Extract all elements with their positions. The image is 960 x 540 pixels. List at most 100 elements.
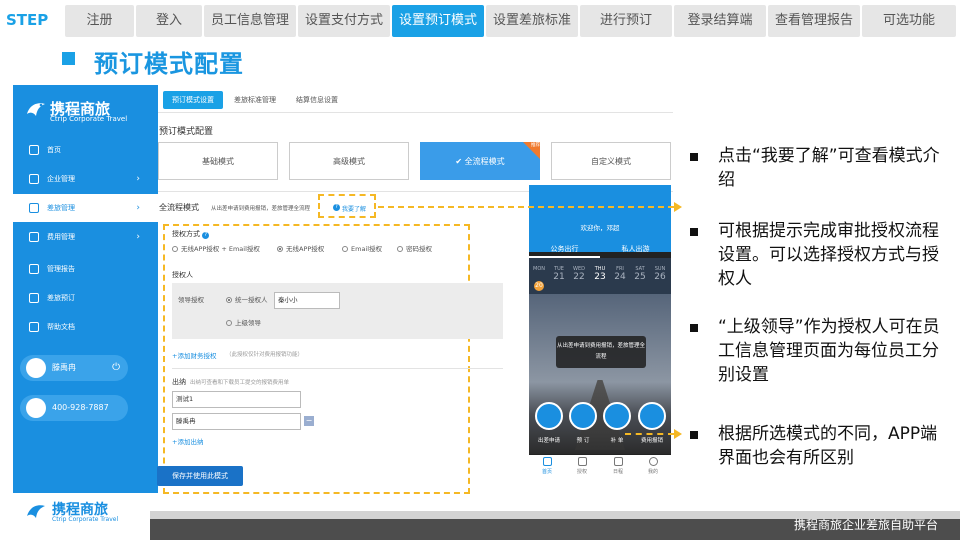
booking-icon[interactable] (569, 402, 597, 430)
trip-request-icon[interactable] (535, 402, 563, 430)
document-icon (29, 322, 39, 332)
calendar-day[interactable]: MON 20 (529, 266, 549, 291)
step-travel-policy[interactable]: 设置差旅标准 (486, 5, 578, 37)
step-reports[interactable]: 查看管理报告 (768, 5, 860, 37)
arrow-head-icon (674, 202, 682, 212)
phone-footer-nav: 首页 授权 日程 我的 (529, 455, 671, 480)
fullflow-label: 全流程模式 (159, 203, 199, 212)
supplement-icon[interactable] (603, 402, 631, 430)
nav-auth[interactable]: 授权 (568, 457, 596, 475)
bullet-text: 可根据提示完成审批授权流程设置。可以选择授权方式与授权人 (718, 221, 939, 289)
auth-option-app[interactable]: 无线APP授权 (277, 243, 324, 253)
auth-icon (577, 457, 587, 466)
step-booking-mode[interactable]: 设置预订模式 (392, 5, 484, 37)
config-title: 预订模式配置 (159, 127, 214, 137)
nav-schedule[interactable]: 日程 (604, 457, 632, 475)
menu-item-expense[interactable]: 费用管理 › (13, 223, 158, 251)
bullet-icon (690, 153, 698, 161)
app-logo-sub: Ctrip Corporate Travel (50, 115, 128, 123)
step-booking[interactable]: 进行预订 (580, 5, 672, 37)
add-finance-link[interactable]: +添加财务授权 (172, 350, 216, 360)
phone-greeting: 欢迎你，邓超 (580, 224, 620, 232)
menu-item-company[interactable]: 企业管理 › (13, 165, 158, 193)
approver-label: 授权人 (172, 271, 193, 279)
mode-custom-button[interactable]: 自定义模式 (551, 142, 671, 180)
unified-approver-option[interactable]: 统一授权人 (226, 294, 268, 304)
nav-me[interactable]: 我的 (639, 457, 667, 475)
save-mode-button[interactable]: 保存并使用此模式 (157, 466, 243, 486)
menu-item-booking[interactable]: 差旅预订 (13, 284, 158, 312)
action-label: 预 订 (576, 438, 590, 444)
cashier-label: 出纳 (172, 378, 186, 386)
coin-icon (29, 232, 39, 242)
people-icon (29, 174, 39, 184)
nav-home[interactable]: 首页 (533, 457, 561, 475)
menu-item-help[interactable]: 帮助文档 (13, 313, 158, 341)
cashier-input-1[interactable]: 测试1 (172, 391, 301, 408)
action-label: 费用报销 (640, 438, 663, 444)
arrow-line (378, 206, 674, 208)
tab-settlement[interactable]: 结算信息设置 (287, 91, 347, 109)
step-register[interactable]: 注册 (65, 5, 134, 37)
phone-tabs: 公务出行 私人出游 (529, 240, 671, 258)
ticket-icon (29, 293, 39, 303)
home-icon (542, 457, 552, 466)
calendar-day[interactable]: SAT 25 (630, 266, 650, 282)
phone-tab-leisure[interactable]: 私人出游 (600, 240, 671, 258)
menu-item-travel[interactable]: 差旅管理 › (13, 194, 158, 222)
step-settlement-login[interactable]: 登录结算端 (674, 5, 766, 37)
calendar-day[interactable]: WED 22 (569, 266, 589, 282)
auth-option-password[interactable]: 密码授权 (397, 243, 432, 253)
ctrip-logo-icon (24, 98, 48, 122)
menu-item-reports[interactable]: 管理报告 (13, 255, 158, 283)
footer-logo-icon (24, 500, 48, 524)
phone-pill: 400-928-7887 (20, 395, 128, 421)
step-employee-info[interactable]: 员工信息管理 (204, 5, 296, 37)
calendar-day[interactable]: FRI 24 (610, 266, 630, 282)
add-cashier-link[interactable]: +添加出纳 (172, 436, 203, 446)
page-title: 预订模式配置 (94, 50, 244, 78)
mode-fullflow-button[interactable]: ✔ 全流程模式 (420, 142, 540, 180)
step-login[interactable]: 登入 (136, 5, 202, 37)
help-icon: ? (202, 232, 210, 239)
cashier-input-2[interactable]: 滕禹冉 (172, 413, 301, 430)
power-icon[interactable]: ⏻ (112, 355, 120, 381)
calendar-day[interactable]: SUN 26 (650, 266, 670, 282)
remove-icon[interactable]: − (304, 416, 314, 426)
menu-item-home[interactable]: 首页 (13, 136, 158, 164)
user-icon (648, 457, 658, 466)
leader-label: 领导授权 (178, 296, 204, 304)
step-payment[interactable]: 设置支付方式 (298, 5, 390, 37)
phone-tab-business[interactable]: 公务出行 (529, 240, 600, 258)
add-finance-note: （此授权仅针对费用报销功能） (226, 352, 304, 358)
home-icon (29, 145, 39, 155)
learn-more-link[interactable]: 我要了解 (342, 204, 366, 213)
tab-booking-mode[interactable]: 预订模式设置 (163, 91, 223, 109)
superior-option[interactable]: 上级领导 (226, 317, 261, 327)
auth-option-app-email[interactable]: 无线APP授权 + Email授权 (172, 243, 260, 253)
divider (172, 368, 503, 369)
tab-travel-policy[interactable]: 差旅标准管理 (225, 91, 285, 109)
phone-tip-bubble: 从出差申请到费用报销，差旅管理全流程 (556, 336, 646, 368)
chevron-right-icon: › (136, 203, 140, 213)
auth-option-email[interactable]: Email授权 (342, 243, 382, 253)
calendar-day[interactable]: THU 23 (590, 266, 610, 282)
phone-icon (26, 398, 46, 418)
user-pill[interactable]: 滕禹冉 ⏻ (20, 355, 128, 381)
check-icon: ✔ (455, 157, 463, 166)
mode-advanced-button[interactable]: 高级模式 (289, 142, 409, 180)
auth-method-label: 授权方式 ? (172, 229, 210, 239)
calendar-icon (613, 457, 623, 466)
expense-icon[interactable] (638, 402, 666, 430)
arrow-head-icon (674, 429, 682, 439)
chevron-right-icon: › (136, 174, 140, 184)
avatar (26, 358, 46, 378)
phone-calendar: MON 20 TUE 21 WED 22 THU 23 FRI 24 SAT 25 SUN 2… (529, 258, 671, 294)
approver-input[interactable]: 秦小小 (274, 292, 340, 309)
mode-basic-button[interactable]: 基础模式 (158, 142, 278, 180)
calendar-today-marker: 20 (534, 281, 544, 291)
cashier-note: 出纳可查看和下载员工提交的报销费用单 (190, 380, 290, 386)
step-optional[interactable]: 可选功能 (862, 5, 956, 37)
calendar-day[interactable]: TUE 21 (549, 266, 569, 282)
arrow-line (625, 433, 674, 435)
